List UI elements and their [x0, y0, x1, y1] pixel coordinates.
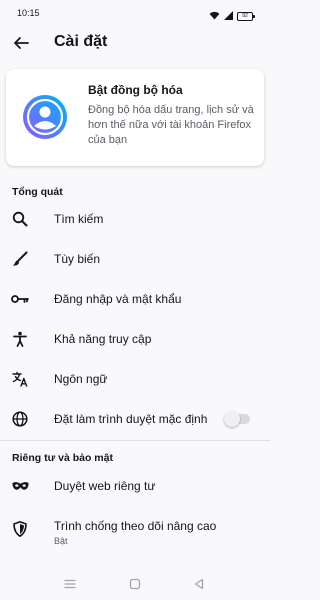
wifi-icon [209, 7, 220, 25]
setting-label: Duyệt web riêng tư [54, 479, 156, 493]
setting-tracking-protection[interactable]: Trình chống theo dõi nâng cao Bật [0, 506, 270, 552]
translate-icon [11, 370, 29, 388]
setting-customize[interactable]: Tùy biến [0, 239, 270, 279]
setting-label: Ngôn ngữ [54, 372, 108, 386]
back-arrow-icon [14, 37, 29, 49]
search-icon [11, 210, 29, 228]
setting-default-browser[interactable]: Đặt làm trình duyệt mặc định [0, 399, 270, 439]
home-nav-button[interactable] [127, 576, 143, 592]
page-title: Cài đặt [54, 33, 108, 50]
section-header-privacy: Riêng tư và bảo mật [12, 452, 113, 464]
setting-label: Trình chống theo dõi nâng cao [54, 519, 217, 533]
back-triangle-icon [194, 578, 204, 590]
setting-sublabel: Bật [54, 536, 68, 546]
sync-card[interactable]: Bật đồng bộ hóa Đồng bộ hóa dấu trang, l… [6, 69, 264, 166]
status-bar: 10:15 92 [0, 0, 270, 26]
sync-description: Đồng bộ hóa dấu trang, lịch sử và hơn th… [88, 104, 254, 146]
setting-label: Tìm kiếm [54, 212, 104, 226]
status-time: 10:15 [17, 8, 40, 18]
setting-language[interactable]: Ngôn ngữ [0, 359, 270, 399]
menu-icon [64, 579, 76, 589]
mask-icon [11, 477, 29, 495]
setting-label: Đăng nhập và mật khẩu [54, 292, 182, 306]
globe-icon [11, 410, 29, 428]
setting-private-browsing[interactable]: Duyệt web riêng tư [0, 466, 270, 506]
menu-nav-button[interactable] [62, 576, 78, 592]
back-button[interactable] [10, 32, 32, 54]
system-nav-bar [0, 568, 270, 600]
shield-icon [11, 520, 29, 538]
key-icon [11, 290, 29, 308]
battery-icon: 92 [237, 11, 255, 21]
setting-accessibility[interactable]: Khả năng truy cập [0, 319, 270, 359]
sync-title: Bật đồng bộ hóa [88, 83, 183, 97]
setting-label: Tùy biến [54, 252, 101, 266]
setting-label: Đặt làm trình duyệt mặc định [54, 412, 208, 426]
home-square-icon [129, 578, 141, 590]
app-bar: Cài đặt [0, 26, 270, 60]
setting-logins[interactable]: Đăng nhập và mật khẩu [0, 279, 270, 319]
back-nav-button[interactable] [191, 576, 207, 592]
setting-search[interactable]: Tìm kiếm [0, 199, 270, 239]
brush-icon [11, 250, 29, 268]
section-divider [0, 440, 270, 441]
accessibility-icon [11, 330, 29, 348]
signal-icon [224, 7, 233, 25]
default-browser-toggle[interactable] [224, 411, 250, 427]
status-icons: 92 [209, 7, 255, 25]
section-header-general: Tổng quát [12, 186, 63, 198]
setting-label: Khả năng truy cập [54, 332, 152, 346]
toggle-knob [224, 411, 240, 427]
account-icon [23, 95, 67, 139]
